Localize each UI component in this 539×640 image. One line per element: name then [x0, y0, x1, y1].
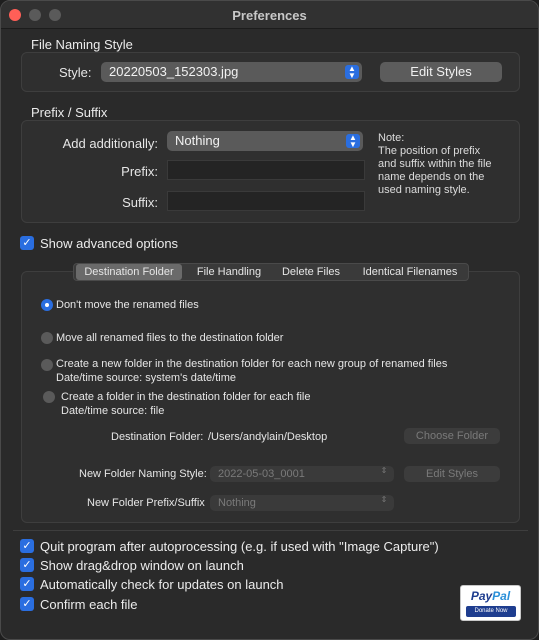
note-line: The position of prefix — [378, 145, 481, 157]
show-drag-drop-label: Show drag&drop window on launch — [40, 558, 244, 573]
popup-arrows-icon: ▲ ▼ — [346, 134, 360, 149]
radio-dont-move[interactable] — [41, 299, 53, 311]
quit-after-autoprocessing-checkbox[interactable]: ✓ — [20, 539, 34, 553]
paypal-donate-button[interactable]: PayPal Donate Now — [460, 585, 521, 621]
prefix-label: Prefix: — [121, 164, 158, 179]
show-advanced-label: Show advanced options — [40, 236, 179, 251]
note-line: and suffix within the file — [378, 158, 492, 170]
radio-new-folder-group[interactable] — [41, 359, 53, 371]
new-folder-prefix-value: Nothing — [218, 497, 256, 509]
note-title: Note: — [378, 132, 405, 144]
prefix-suffix-box: Add additionally: Nothing ▲ ▼ Prefix: Suf… — [21, 120, 520, 223]
prefix-suffix-note: Note: The position of prefix and suffix … — [378, 132, 518, 197]
new-folder-edit-styles-button[interactable]: Edit Styles — [404, 466, 500, 482]
new-folder-naming-value: 2022-05-03_0001 — [218, 468, 305, 480]
confirm-each-file-label: Confirm each file — [40, 597, 138, 612]
destination-folder-label: Destination Folder: — [111, 431, 204, 443]
note-line: used naming style. — [378, 184, 470, 196]
checkmark-icon: ✓ — [22, 540, 32, 552]
radio-folder-each-file-label: Create a folder in the destination folde… — [61, 391, 311, 403]
window-title: Preferences — [232, 8, 307, 23]
checkmark-icon: ✓ — [22, 598, 32, 610]
new-folder-prefix-popup[interactable]: Nothing ⇕ — [210, 495, 394, 511]
popup-arrows-icon: ⇕ — [380, 495, 388, 504]
checkmark-icon: ✓ — [22, 578, 32, 590]
new-folder-naming-label: New Folder Naming Style: — [79, 468, 207, 480]
popup-arrows-icon: ▲ ▼ — [345, 65, 359, 80]
style-popup[interactable]: 20220503_152303.jpg ▲ ▼ — [101, 62, 362, 82]
divider — [13, 530, 528, 531]
radio-dont-move-label: Don't move the renamed files — [56, 299, 199, 311]
radio-move-all-label: Move all renamed files to the destinatio… — [56, 332, 284, 344]
radio-move-all[interactable] — [41, 332, 53, 344]
new-folder-prefix-label: New Folder Prefix/Suffix — [87, 497, 205, 509]
confirm-each-file-checkbox[interactable]: ✓ — [20, 597, 34, 611]
show-drag-drop-checkbox[interactable]: ✓ — [20, 558, 34, 572]
radio-new-folder-group-sub: Date/time source: system's date/time — [56, 372, 236, 384]
tab-identical-filenames[interactable]: Identical Filenames — [352, 264, 468, 280]
suffix-label: Suffix: — [122, 195, 158, 210]
tab-file-handling[interactable]: File Handling — [186, 264, 272, 280]
add-additionally-popup[interactable]: Nothing ▲ ▼ — [167, 131, 363, 151]
quit-after-autoprocessing-label: Quit program after autoprocessing (e.g. … — [40, 539, 439, 554]
tab-destination-folder[interactable]: Destination Folder — [76, 264, 182, 280]
title-bar: Preferences — [1, 1, 538, 29]
popup-arrows-icon: ⇕ — [380, 466, 388, 475]
add-additionally-label: Add additionally: — [62, 136, 158, 151]
preferences-window: Preferences File Naming Style Style: 202… — [0, 0, 539, 640]
new-folder-naming-popup[interactable]: 2022-05-03_0001 ⇕ — [210, 466, 394, 482]
donate-now-label: Donate Now — [466, 606, 516, 617]
radio-new-folder-group-label: Create a new folder in the destination f… — [56, 358, 448, 370]
choose-folder-button[interactable]: Choose Folder — [404, 428, 500, 444]
prefix-suffix-section-title: Prefix / Suffix — [31, 105, 108, 120]
checkmark-icon: ✓ — [22, 237, 32, 249]
show-advanced-checkbox[interactable]: ✓ — [20, 236, 34, 250]
suffix-input[interactable] — [167, 191, 365, 211]
checkmark-icon: ✓ — [22, 559, 32, 571]
prefix-input[interactable] — [167, 160, 365, 180]
check-updates-label: Automatically check for updates on launc… — [40, 577, 284, 592]
check-updates-checkbox[interactable]: ✓ — [20, 577, 34, 591]
file-naming-box: Style: 20220503_152303.jpg ▲ ▼ Edit Style… — [21, 52, 520, 92]
file-naming-section-title: File Naming Style — [31, 37, 133, 52]
add-additionally-value: Nothing — [175, 133, 220, 148]
style-label: Style: — [59, 65, 92, 80]
radio-folder-each-file-sub: Date/time source: file — [61, 405, 165, 417]
radio-folder-each-file[interactable] — [43, 391, 55, 403]
advanced-tabs: Destination Folder File Handling Delete … — [73, 263, 469, 281]
paypal-logo-icon: PayPal — [470, 589, 511, 603]
destination-folder-path: /Users/andylain/Desktop — [208, 431, 328, 443]
note-line: name depends on the — [378, 171, 485, 183]
tab-delete-files[interactable]: Delete Files — [274, 264, 348, 280]
style-popup-value: 20220503_152303.jpg — [109, 64, 239, 79]
edit-styles-button[interactable]: Edit Styles — [380, 62, 502, 82]
